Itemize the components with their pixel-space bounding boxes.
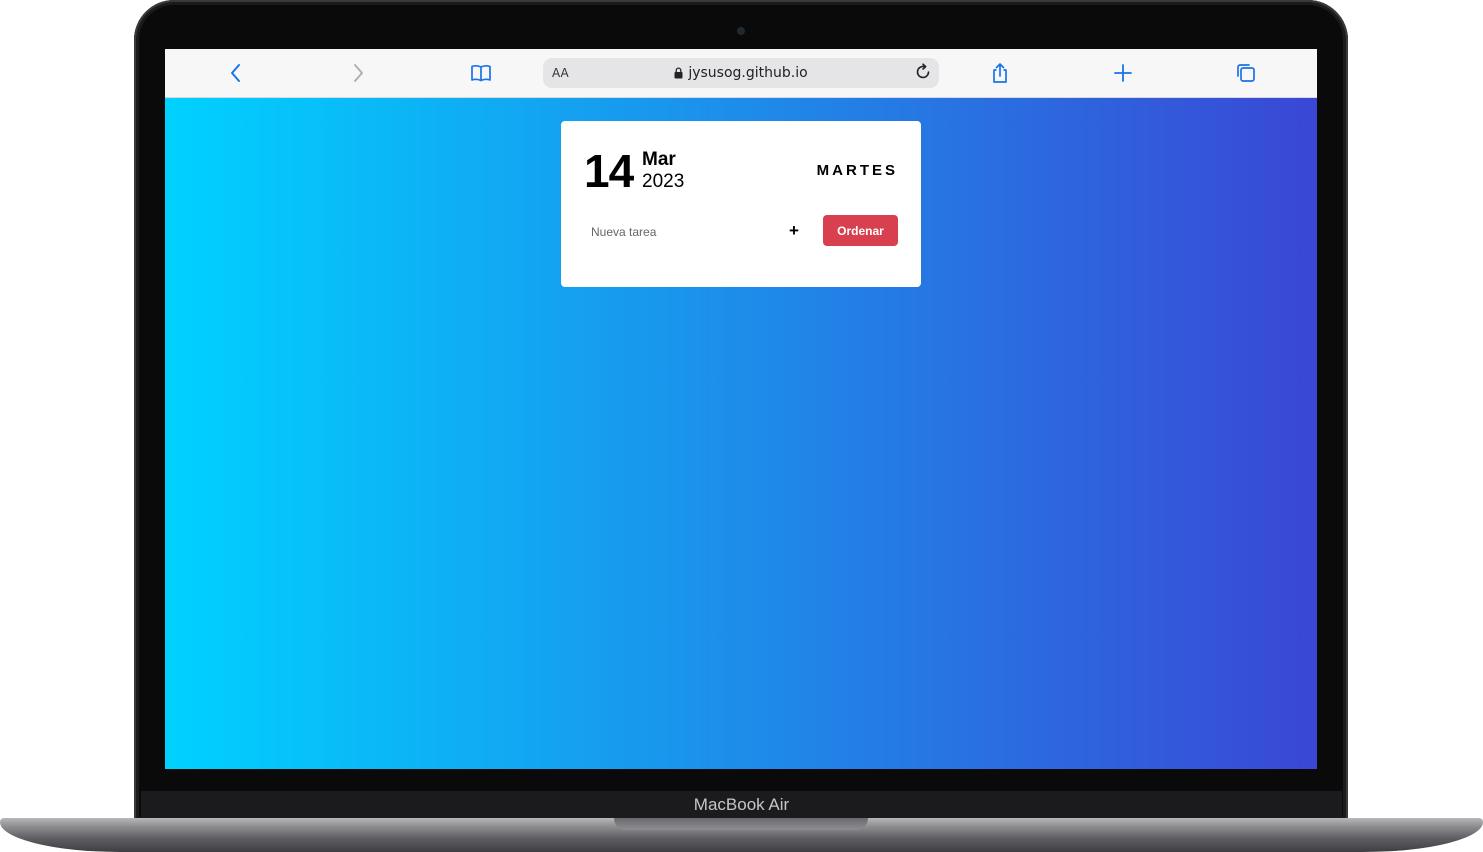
date-day: 14 (584, 145, 634, 197)
plus-icon (1114, 64, 1132, 82)
reload-icon (916, 63, 930, 79)
url-display: jysusog.github.io (543, 58, 939, 88)
browser-toolbar: AA jysusog.github.io (165, 49, 1317, 98)
url-text: jysusog.github.io (688, 65, 808, 81)
model-label: MacBook Air (693, 795, 790, 814)
camera-icon (737, 27, 745, 35)
bookmarks-button[interactable] (469, 61, 493, 85)
lock-icon (674, 67, 683, 79)
book-icon (471, 64, 491, 82)
todo-app-page: 14 Mar 2023 MARTES + Ordenar (165, 98, 1317, 769)
tabs-overview-button[interactable] (1234, 61, 1258, 85)
weekday-label: MARTES (816, 162, 898, 179)
new-tab-button[interactable] (1111, 61, 1135, 85)
hinge-notch (614, 818, 868, 830)
share-button[interactable] (988, 61, 1012, 85)
new-task-input[interactable] (583, 221, 773, 243)
todo-card: 14 Mar 2023 MARTES + Ordenar (561, 121, 921, 287)
address-bar[interactable]: AA jysusog.github.io (543, 58, 939, 88)
sort-tasks-button[interactable]: Ordenar (823, 215, 898, 246)
forward-button[interactable] (346, 61, 370, 85)
date-month: Mar (642, 149, 676, 170)
tabs-icon (1237, 64, 1255, 82)
back-button[interactable] (224, 61, 248, 85)
add-task-button[interactable]: + (783, 219, 805, 243)
reload-button[interactable] (913, 62, 933, 82)
chevron-right-icon (354, 64, 363, 82)
date-year: 2023 (642, 171, 685, 192)
chevron-left-icon (231, 64, 240, 82)
share-icon (993, 63, 1007, 83)
browser-window: AA jysusog.github.io 14 Mar 2023 MARTES (165, 49, 1317, 769)
